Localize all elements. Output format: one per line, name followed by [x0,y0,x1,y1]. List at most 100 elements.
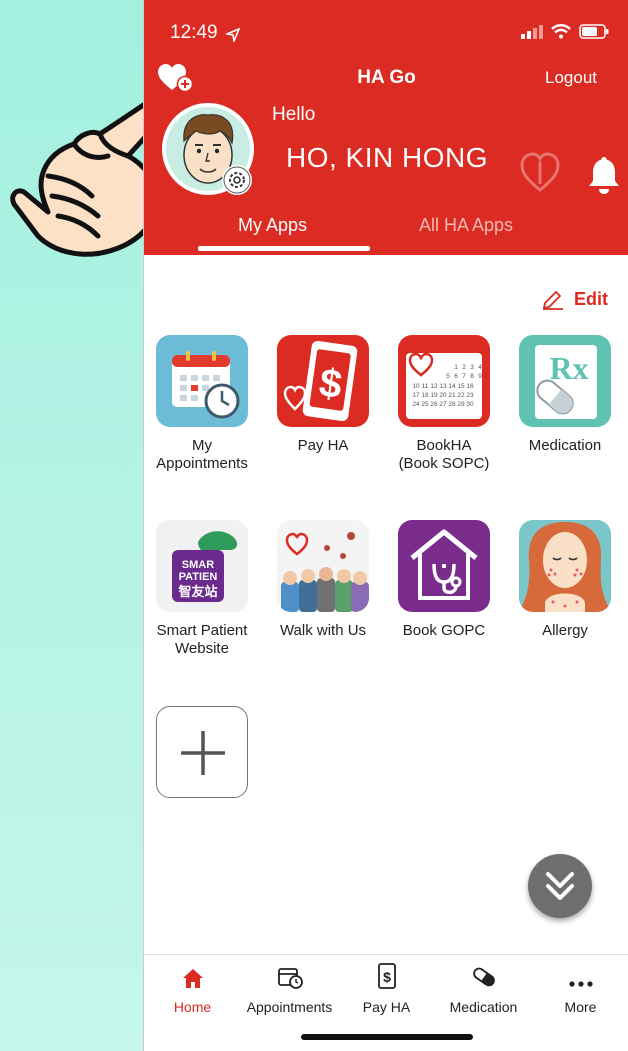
app-label: Book GOPC [402,622,486,639]
svg-text:$: $ [383,969,391,985]
svg-text:9: 9 [478,373,482,380]
location-arrow-icon [226,28,240,42]
svg-text:20: 20 [439,392,447,399]
svg-text:Rx: Rx [549,350,588,386]
svg-text:24: 24 [412,401,420,408]
scroll-down-button[interactable] [528,854,592,918]
app-label: Allergy [542,622,588,639]
svg-text:22: 22 [457,392,465,399]
book-gopc-icon [398,520,490,612]
svg-text:15: 15 [457,383,465,390]
more-icon [568,981,593,987]
wifi-icon [551,24,571,39]
notification-bell-icon[interactable] [587,155,621,195]
greeting-text: Hello [272,104,316,125]
svg-text:5: 5 [446,373,450,380]
pay-ha-icon: $ [377,963,396,989]
svg-text:29: 29 [457,401,465,408]
status-bar: 12:49 [144,20,628,46]
edit-button[interactable]: Edit [542,288,608,310]
svg-text:30: 30 [466,401,474,408]
pay-ha-icon: $ [277,335,369,427]
svg-text:11: 11 [422,383,429,390]
status-time: 12:49 [170,22,218,43]
app-bookha[interactable]: 1234 56789 10 11 12 13 14 15 16 17 18 19 20 21 22 23… [384,335,504,473]
home-indicator [301,1034,473,1040]
app-tabs: My Apps All HA Apps [144,210,628,255]
signal-icon [521,24,543,39]
pill-icon [472,967,495,987]
calendar-clock-icon [156,335,248,427]
nav-home[interactable]: Home [144,961,241,1015]
nav-label: Appointments [246,999,333,1015]
svg-text:19: 19 [430,392,438,399]
app-label: Medication [528,437,602,454]
app-pay-ha[interactable]: $ Pay HA [263,335,383,455]
app-label: My Appointments [156,437,248,472]
app-label: Walk with Us [279,622,367,639]
app-label: Pay HA [297,437,349,454]
svg-text:3: 3 [470,364,474,371]
pencil-icon [543,291,563,310]
svg-text:25: 25 [421,401,429,408]
battery-icon [579,24,609,39]
smart-patient-logo-line3: 智友站 [178,584,217,600]
svg-text:28: 28 [448,401,456,408]
svg-text:12: 12 [430,383,438,390]
allergy-icon [519,520,611,612]
nav-label: Home [173,999,212,1015]
app-my-appointments[interactable]: My Appointments [144,335,262,473]
svg-text:27: 27 [439,401,447,408]
smart-patient-logo-line2: PATIEN [179,571,218,583]
user-name: HO, KIN HONG [286,142,489,173]
svg-text:2: 2 [462,364,466,371]
app-book-gopc[interactable]: Book GOPC [384,520,504,640]
nav-more[interactable]: More [532,961,628,1015]
app-medication[interactable]: Rx Medication [505,335,625,455]
svg-text:8: 8 [470,373,474,380]
nav-label: Pay HA [362,999,411,1015]
active-tab-indicator [198,246,370,251]
app-allergy[interactable]: Allergy [505,520,625,640]
app-label: Smart Patient Website [156,622,248,657]
svg-text:6: 6 [454,373,458,380]
nav-label: Medication [449,999,518,1015]
app-header: 12:49 HA Go Logout Hello HO, KIN HONG My… [144,0,628,255]
svg-text:26: 26 [430,401,438,408]
avatar-settings-gear-icon[interactable] [222,165,252,195]
svg-text:13: 13 [439,383,447,390]
svg-text:7: 7 [462,373,466,380]
home-icon [182,969,203,988]
svg-text:23: 23 [466,392,474,399]
appointments-icon [277,968,303,989]
svg-text:16: 16 [466,383,474,390]
bookha-calendar-icon: 1234 56789 10 11 12 13 14 15 16 17 18 19 20 21 22 23… [398,335,490,427]
title-bar: HA Go Logout [144,64,628,93]
walk-with-us-icon [277,520,369,612]
nav-medication[interactable]: Medication [435,961,532,1015]
rx-medication-icon: Rx [519,335,611,427]
svg-text:14: 14 [448,383,456,390]
svg-text:17: 17 [412,392,420,399]
svg-text:4: 4 [478,364,482,371]
phone-screen: 12:49 HA Go Logout Hello HO, KIN HONG My… [143,0,628,1051]
tab-all-ha-apps[interactable]: All HA Apps [419,215,513,236]
app-label: BookHA (Book SOPC) [398,437,490,472]
svg-text:21: 21 [448,392,456,399]
smart-patient-logo-line1: SMAR [182,559,214,571]
ha-logo-watermark-icon [520,152,560,192]
svg-text:1: 1 [454,364,458,371]
app-smart-patient-website[interactable]: SMAR PATIEN 智友站 Smart Patient Website [144,520,262,658]
logout-button[interactable]: Logout [545,68,597,88]
double-chevron-down-icon [546,872,574,900]
nav-appointments[interactable]: Appointments [241,961,338,1015]
edit-label: Edit [574,288,608,309]
add-app-button[interactable] [156,706,248,798]
smart-patient-icon: SMAR PATIEN 智友站 [156,520,248,612]
nav-pay-ha[interactable]: $ Pay HA [338,961,435,1015]
nav-label: More [564,999,597,1015]
plus-icon [181,731,225,775]
tab-my-apps[interactable]: My Apps [238,215,307,236]
svg-text:18: 18 [421,392,429,399]
app-walk-with-us[interactable]: Walk with Us [263,520,383,640]
